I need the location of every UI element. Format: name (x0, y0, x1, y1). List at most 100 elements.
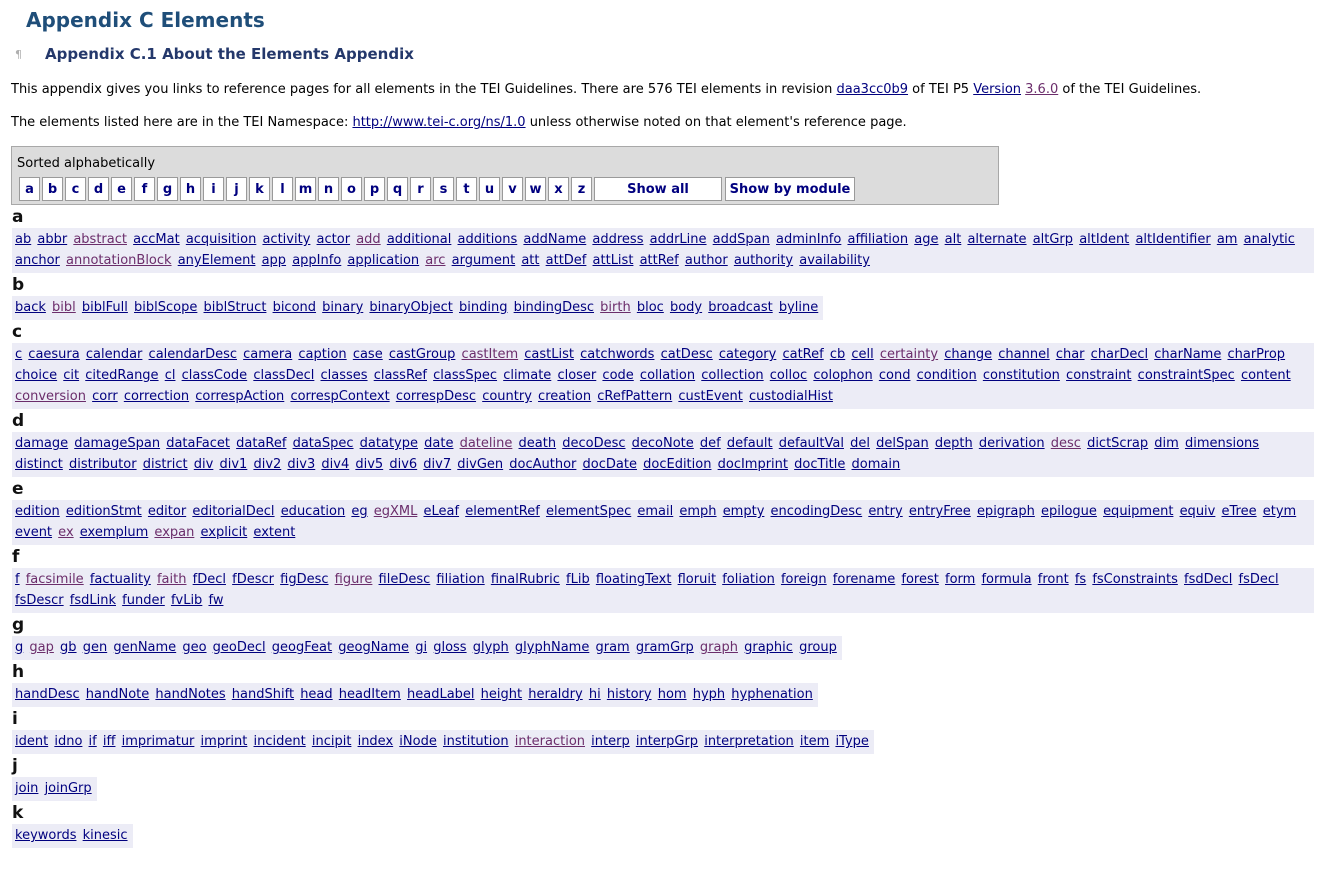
element-link[interactable]: imprint (201, 734, 248, 749)
element-link[interactable]: figure (335, 572, 373, 587)
element-link[interactable]: domain (852, 457, 901, 472)
element-link[interactable]: iNode (399, 734, 437, 749)
element-link[interactable]: facsimile (26, 572, 84, 587)
pilcrow-icon[interactable]: ¶ (11, 48, 45, 61)
letter-button-k[interactable]: k (249, 177, 270, 201)
element-link[interactable]: headLabel (407, 687, 475, 702)
element-link[interactable]: category (719, 347, 776, 362)
element-link[interactable]: byline (779, 300, 818, 315)
element-link[interactable]: graph (700, 640, 738, 655)
element-link[interactable]: interpGrp (636, 734, 698, 749)
element-link[interactable]: kinesic (83, 828, 128, 843)
letter-button-i[interactable]: i (203, 177, 224, 201)
element-link[interactable]: argument (452, 253, 516, 268)
letter-button-j[interactable]: j (226, 177, 247, 201)
letter-button-e[interactable]: e (111, 177, 132, 201)
element-link[interactable]: def (700, 436, 721, 451)
element-link[interactable]: change (944, 347, 992, 362)
element-link[interactable]: institution (443, 734, 509, 749)
element-link[interactable]: factuality (90, 572, 151, 587)
element-link[interactable]: biblStruct (204, 300, 267, 315)
element-link[interactable]: binaryObject (369, 300, 452, 315)
element-link[interactable]: faith (157, 572, 187, 587)
element-link[interactable]: div7 (423, 457, 451, 472)
element-link[interactable]: hi (589, 687, 601, 702)
element-link[interactable]: iType (835, 734, 868, 749)
element-link[interactable]: funder (122, 593, 165, 608)
element-link[interactable]: dataFacet (166, 436, 230, 451)
element-link[interactable]: finalRubric (491, 572, 560, 587)
element-link[interactable]: district (143, 457, 188, 472)
element-link[interactable]: depth (935, 436, 973, 451)
element-link[interactable]: div (194, 457, 214, 472)
namespace-link[interactable]: http://www.tei-c.org/ns/1.0 (352, 115, 525, 130)
element-link[interactable]: fDescr (232, 572, 274, 587)
element-link[interactable]: appInfo (292, 253, 341, 268)
element-link[interactable]: equipment (1103, 504, 1173, 519)
element-link[interactable]: alternate (967, 232, 1026, 247)
element-link[interactable]: catRef (782, 347, 823, 362)
element-link[interactable]: extent (253, 525, 295, 540)
element-link[interactable]: calendar (86, 347, 143, 362)
element-link[interactable]: anyElement (178, 253, 256, 268)
element-link[interactable]: colloc (770, 368, 807, 383)
element-link[interactable]: hom (658, 687, 687, 702)
element-link[interactable]: encodingDesc (771, 504, 863, 519)
element-link[interactable]: emph (679, 504, 716, 519)
element-link[interactable]: custodialHist (749, 389, 833, 404)
element-link[interactable]: gap (29, 640, 53, 655)
element-link[interactable]: equiv (1180, 504, 1216, 519)
element-link[interactable]: application (347, 253, 419, 268)
element-link[interactable]: geogFeat (272, 640, 332, 655)
element-link[interactable]: genName (113, 640, 176, 655)
element-link[interactable]: egXML (374, 504, 418, 519)
element-link[interactable]: additions (458, 232, 518, 247)
element-link[interactable]: constraint (1066, 368, 1131, 383)
element-link[interactable]: event (15, 525, 52, 540)
element-link[interactable]: del (850, 436, 870, 451)
element-link[interactable]: dateline (460, 436, 513, 451)
element-link[interactable]: classCode (182, 368, 248, 383)
element-link[interactable]: fvLib (171, 593, 202, 608)
element-link[interactable]: delSpan (876, 436, 929, 451)
element-link[interactable]: fs (1075, 572, 1086, 587)
letter-button-a[interactable]: a (19, 177, 40, 201)
element-link[interactable]: f (15, 572, 20, 587)
element-link[interactable]: join (15, 781, 38, 796)
element-link[interactable]: docAuthor (509, 457, 576, 472)
element-link[interactable]: app (262, 253, 286, 268)
element-link[interactable]: glyphName (515, 640, 589, 655)
element-link[interactable]: charDecl (1091, 347, 1148, 362)
element-link[interactable]: iff (103, 734, 116, 749)
element-link[interactable]: abbr (37, 232, 67, 247)
letter-button-c[interactable]: c (65, 177, 86, 201)
element-link[interactable]: c (15, 347, 22, 362)
element-link[interactable]: collection (701, 368, 763, 383)
element-link[interactable]: form (945, 572, 975, 587)
letter-button-h[interactable]: h (180, 177, 201, 201)
element-link[interactable]: g (15, 640, 23, 655)
element-link[interactable]: handShift (232, 687, 294, 702)
element-link[interactable]: char (1056, 347, 1085, 362)
element-link[interactable]: docEdition (643, 457, 711, 472)
element-link[interactable]: figDesc (280, 572, 328, 587)
element-link[interactable]: headItem (339, 687, 401, 702)
element-link[interactable]: exemplum (80, 525, 149, 540)
element-link[interactable]: bibl (52, 300, 76, 315)
element-link[interactable]: classes (321, 368, 368, 383)
element-link[interactable]: binding (459, 300, 507, 315)
element-link[interactable]: constitution (983, 368, 1060, 383)
element-link[interactable]: epigraph (977, 504, 1035, 519)
element-link[interactable]: ab (15, 232, 31, 247)
element-link[interactable]: dataSpec (293, 436, 354, 451)
element-link[interactable]: correction (124, 389, 189, 404)
element-link[interactable]: docTitle (794, 457, 845, 472)
element-link[interactable]: death (519, 436, 557, 451)
element-link[interactable]: gb (60, 640, 77, 655)
element-link[interactable]: constraintSpec (1138, 368, 1235, 383)
element-link[interactable]: body (670, 300, 702, 315)
letter-button-n[interactable]: n (318, 177, 339, 201)
element-link[interactable]: damageSpan (74, 436, 160, 451)
element-link[interactable]: fw (208, 593, 223, 608)
element-link[interactable]: decoNote (632, 436, 694, 451)
